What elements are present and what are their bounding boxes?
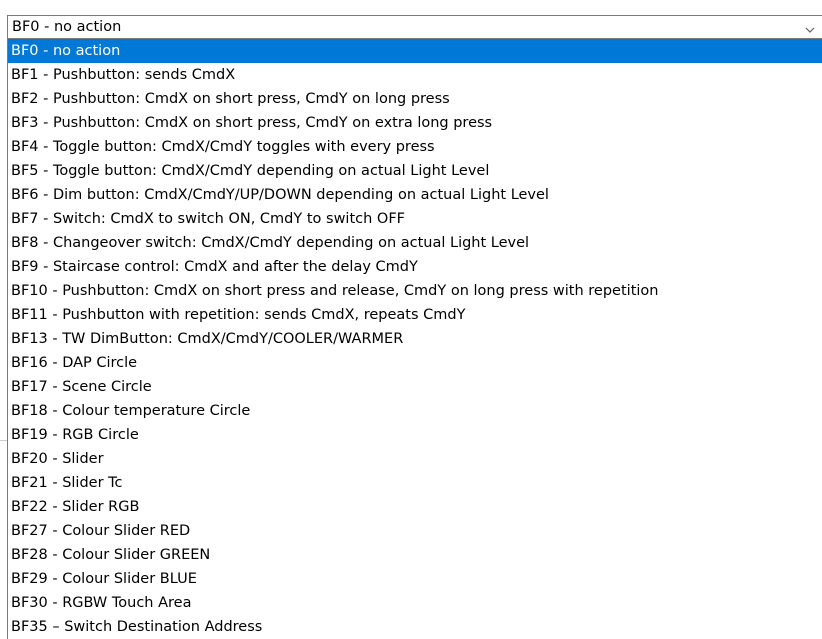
combobox-field[interactable]: BF0 - no action [7,15,822,39]
dropdown-option[interactable]: BF21 - Slider Tc [8,471,822,495]
dropdown-option[interactable]: BF11 - Pushbutton with repetition: sends… [8,303,822,327]
dropdown-list[interactable]: BF0 - no action BF1 - Pushbutton: sends … [7,39,822,639]
dropdown-option[interactable]: BF6 - Dim button: CmdX/CmdY/UP/DOWN depe… [8,183,822,207]
dropdown-option[interactable]: BF22 - Slider RGB [8,495,822,519]
chevron-down-icon[interactable] [804,21,816,33]
dropdown-option[interactable]: BF29 - Colour Slider BLUE [8,567,822,591]
dropdown-option[interactable]: BF35 – Switch Destination Address [8,615,822,639]
dropdown-option[interactable]: BF13 - TW DimButton: CmdX/CmdY/COOLER/WA… [8,327,822,351]
dropdown-option[interactable]: BF16 - DAP Circle [8,351,822,375]
dropdown-option[interactable]: BF10 - Pushbutton: CmdX on short press a… [8,279,822,303]
dropdown-option[interactable]: BF0 - no action [8,39,822,63]
dropdown-option[interactable]: BF8 - Changeover switch: CmdX/CmdY depen… [8,231,822,255]
dropdown-option[interactable]: BF28 - Colour Slider GREEN [8,543,822,567]
divider [0,440,7,441]
dropdown-option[interactable]: BF19 - RGB Circle [8,423,822,447]
combobox-selected-value: BF0 - no action [12,19,122,35]
dropdown-option[interactable]: BF2 - Pushbutton: CmdX on short press, C… [8,87,822,111]
dropdown-option[interactable]: BF20 - Slider [8,447,822,471]
dropdown-option[interactable]: BF3 - Pushbutton: CmdX on short press, C… [8,111,822,135]
dropdown-option[interactable]: BF27 - Colour Slider RED [8,519,822,543]
dropdown-option[interactable]: BF17 - Scene Circle [8,375,822,399]
dropdown-option[interactable]: BF30 - RGBW Touch Area [8,591,822,615]
dropdown-option[interactable]: BF4 - Toggle button: CmdX/CmdY toggles w… [8,135,822,159]
dropdown-option[interactable]: BF9 - Staircase control: CmdX and after … [8,255,822,279]
dropdown-option[interactable]: BF18 - Colour temperature Circle [8,399,822,423]
dropdown-option[interactable]: BF1 - Pushbutton: sends CmdX [8,63,822,87]
dropdown-option[interactable]: BF7 - Switch: CmdX to switch ON, CmdY to… [8,207,822,231]
dropdown-option[interactable]: BF5 - Toggle button: CmdX/CmdY depending… [8,159,822,183]
combobox[interactable]: BF0 - no action BF0 - no action BF1 - Pu… [0,0,822,639]
